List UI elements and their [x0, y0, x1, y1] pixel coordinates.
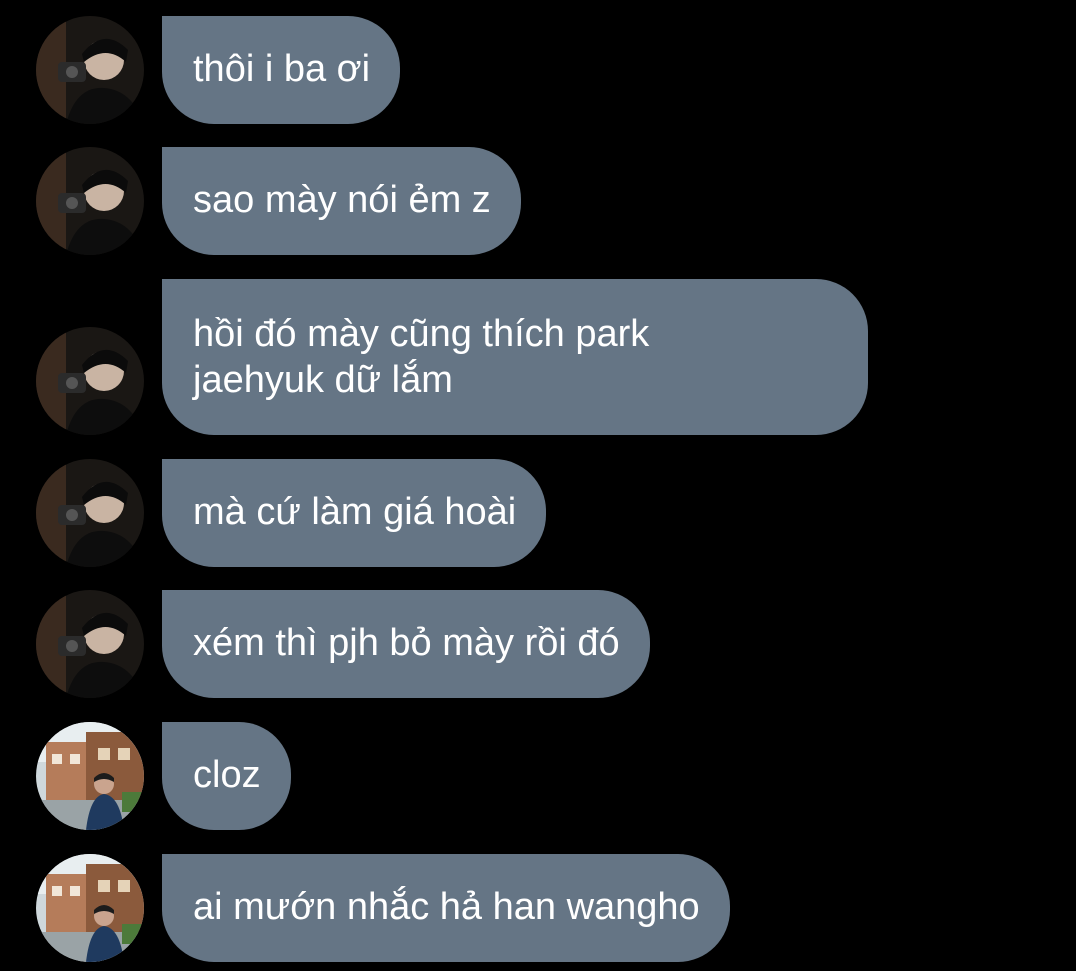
dark-portrait-image — [36, 327, 144, 435]
avatar[interactable] — [36, 16, 144, 124]
dark-portrait-image — [36, 590, 144, 698]
avatar[interactable] — [36, 459, 144, 567]
street-portrait-image — [36, 722, 144, 830]
avatar[interactable] — [36, 722, 144, 830]
dark-portrait-image — [36, 16, 144, 124]
avatar[interactable] — [36, 854, 144, 962]
dark-portrait-image — [36, 459, 144, 567]
message-bubble[interactable]: cloz — [162, 722, 291, 830]
message-bubble[interactable]: xém thì pjh bỏ mày rồi đó — [162, 590, 650, 698]
avatar[interactable] — [36, 327, 144, 435]
message-bubble[interactable]: thôi i ba ơi — [162, 16, 401, 124]
chat-thread: thôi i ba ơi sao mày nói ẻm z hồi đó mày… — [0, 0, 1076, 971]
avatar[interactable] — [36, 590, 144, 698]
message-bubble[interactable]: hồi đó mày cũng thích park jaehyuk dữ lắ… — [162, 279, 868, 435]
message-bubble[interactable]: sao mày nói ẻm z — [162, 147, 521, 255]
street-portrait-image — [36, 854, 144, 962]
message-bubble[interactable]: ai mướn nhắc hả han wangho — [162, 854, 730, 962]
avatar[interactable] — [36, 147, 144, 255]
dark-portrait-image — [36, 147, 144, 255]
message-bubble[interactable]: mà cứ làm giá hoài — [162, 459, 547, 567]
